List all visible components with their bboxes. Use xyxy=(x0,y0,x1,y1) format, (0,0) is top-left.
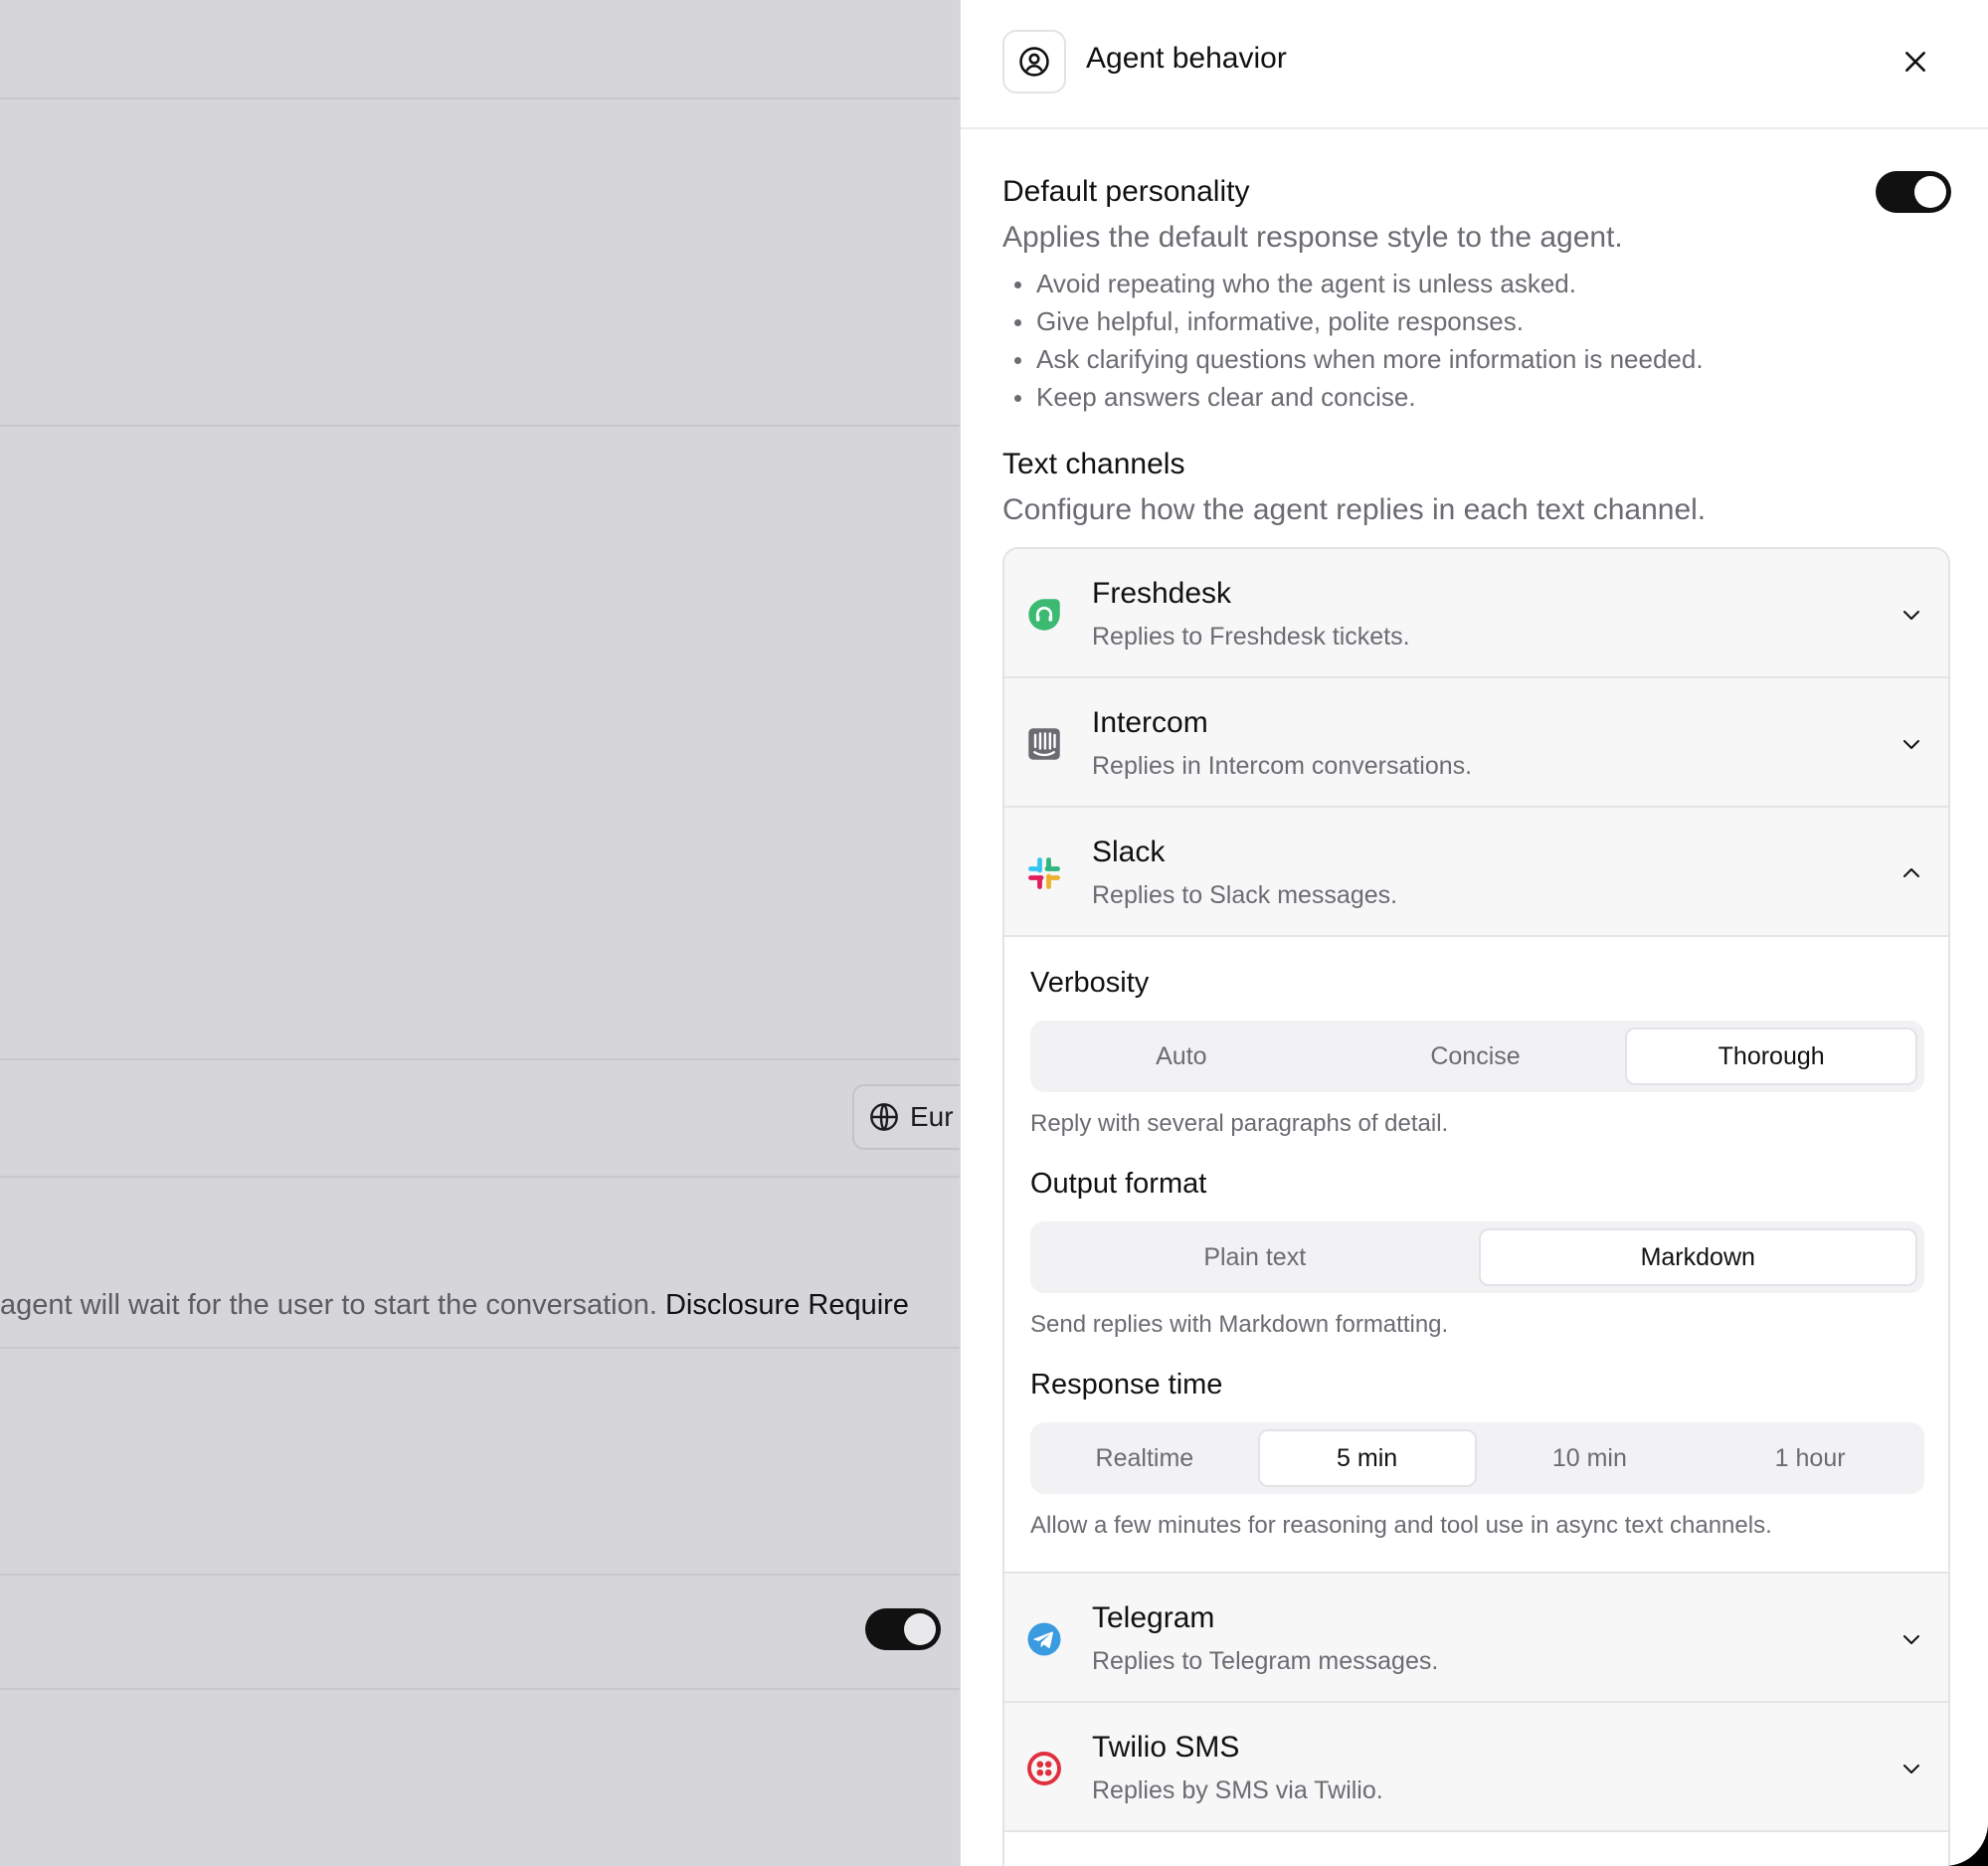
chevron-down-icon xyxy=(1903,740,1919,749)
response-time-help: Allow a few minutes for reasoning and to… xyxy=(1030,1512,1772,1539)
freshdesk-icon xyxy=(1028,599,1060,631)
close-icon xyxy=(1905,52,1925,72)
channel-description: Replies by SMS via Twilio. xyxy=(1092,1776,1383,1804)
drawer-title: Agent behavior xyxy=(1086,42,1287,75)
divider xyxy=(0,1574,960,1576)
divider xyxy=(0,425,960,427)
verbosity-option-thorough[interactable]: Thorough xyxy=(1625,1027,1918,1085)
channel-name: Twilio SMS xyxy=(1092,1731,1240,1764)
divider xyxy=(0,97,960,99)
hint-text: agent will wait for the user to start th… xyxy=(0,1289,657,1321)
globe-icon xyxy=(870,1103,898,1131)
channel-name: Intercom xyxy=(1092,706,1208,739)
output-format-title: Output format xyxy=(1030,1168,1207,1200)
disclosure-link[interactable]: Disclosure Require xyxy=(665,1289,909,1321)
channel-description: Replies to Slack messages. xyxy=(1092,881,1398,909)
text-channels-description: Configure how the agent replies in each … xyxy=(1002,493,1707,526)
personality-bullets: Avoid repeating who the agent is unless … xyxy=(1002,267,1704,418)
screen: Eur agent will wait for the user to star… xyxy=(0,0,1988,1866)
response-time-option-10-min[interactable]: 10 min xyxy=(1483,1429,1698,1487)
personality-title: Default personality xyxy=(1002,175,1250,208)
divider xyxy=(0,1176,960,1178)
personality-description: Applies the default response style to th… xyxy=(1002,221,1623,254)
verbosity-option-concise[interactable]: Concise xyxy=(1332,1027,1620,1085)
chevron-down-icon xyxy=(1903,1635,1919,1644)
intercom-icon xyxy=(1028,728,1060,760)
twilio-icon xyxy=(1027,1752,1061,1785)
chevron-down-icon xyxy=(1903,611,1919,620)
bullet-item: Ask clarifying questions when more infor… xyxy=(1002,342,1704,380)
output-format-help: Send replies with Markdown formatting. xyxy=(1030,1311,1449,1338)
verbosity-title: Verbosity xyxy=(1030,967,1150,999)
response-time-option-1-hour[interactable]: 1 hour xyxy=(1703,1429,1917,1487)
default-personality-toggle[interactable] xyxy=(1876,171,1951,213)
channel-name: Freshdesk xyxy=(1092,577,1232,610)
channel-row-twilio-sms[interactable]: Twilio SMS Replies by SMS via Twilio. xyxy=(1004,1703,1948,1832)
bullet-item: Avoid repeating who the agent is unless … xyxy=(1002,267,1704,304)
divider xyxy=(0,1688,960,1690)
bullet-item: Keep answers clear and concise. xyxy=(1002,380,1704,418)
response-time-title: Response time xyxy=(1030,1369,1223,1400)
region-selector[interactable]: Eur xyxy=(852,1084,960,1150)
region-label: Eur xyxy=(910,1101,954,1132)
channel-row-slack[interactable]: Slack Replies to Slack messages. xyxy=(1004,808,1948,937)
chevron-up-icon xyxy=(1903,868,1919,877)
user-circle-icon xyxy=(1002,30,1066,93)
text-channels-title: Text channels xyxy=(1002,448,1185,480)
agent-behavior-drawer: Agent behavior Default personality Appli… xyxy=(960,0,1988,1866)
divider xyxy=(0,1347,960,1349)
verbosity-segmented-control: Auto Concise Thorough xyxy=(1030,1021,1924,1092)
slack-settings-panel: Verbosity Auto Concise Thorough Reply wi… xyxy=(1004,939,1948,1574)
background-toggle[interactable] xyxy=(865,1608,941,1650)
close-button[interactable] xyxy=(1896,42,1935,82)
output-format-option-plain-text[interactable]: Plain text xyxy=(1037,1228,1473,1286)
channel-list: Freshdesk Replies to Freshdesk tickets. … xyxy=(1002,547,1950,1866)
channel-row-intercom[interactable]: Intercom Replies in Intercom conversatio… xyxy=(1004,678,1948,808)
greeting-hint: agent will wait for the user to start th… xyxy=(0,1289,909,1322)
channel-row-telegram[interactable]: Telegram Replies to Telegram messages. xyxy=(1004,1574,1948,1703)
channel-name: Slack xyxy=(1092,836,1166,868)
chevron-down-icon xyxy=(1903,1765,1919,1773)
response-time-option-5-min[interactable]: 5 min xyxy=(1257,1429,1477,1487)
channel-description: Replies to Telegram messages. xyxy=(1092,1647,1439,1675)
verbosity-option-auto[interactable]: Auto xyxy=(1037,1027,1326,1085)
verbosity-help: Reply with several paragraphs of detail. xyxy=(1030,1110,1449,1137)
channel-description: Replies in Intercom conversations. xyxy=(1092,752,1473,780)
divider xyxy=(0,1058,960,1060)
telegram-icon xyxy=(1027,1622,1061,1656)
drawer-header: Agent behavior xyxy=(961,0,1988,129)
channel-name: Telegram xyxy=(1092,1601,1215,1634)
background-page: Eur agent will wait for the user to star… xyxy=(0,0,960,1866)
response-time-segmented-control: Realtime 5 min 10 min 1 hour xyxy=(1030,1422,1924,1494)
slack-icon xyxy=(1028,857,1060,889)
bullet-item: Give helpful, informative, polite respon… xyxy=(1002,304,1704,342)
output-format-option-markdown[interactable]: Markdown xyxy=(1478,1228,1917,1286)
output-format-segmented-control: Plain text Markdown xyxy=(1030,1221,1924,1293)
response-time-option-realtime[interactable]: Realtime xyxy=(1037,1429,1252,1487)
channel-row-freshdesk[interactable]: Freshdesk Replies to Freshdesk tickets. xyxy=(1004,549,1948,678)
channel-description: Replies to Freshdesk tickets. xyxy=(1092,623,1410,651)
